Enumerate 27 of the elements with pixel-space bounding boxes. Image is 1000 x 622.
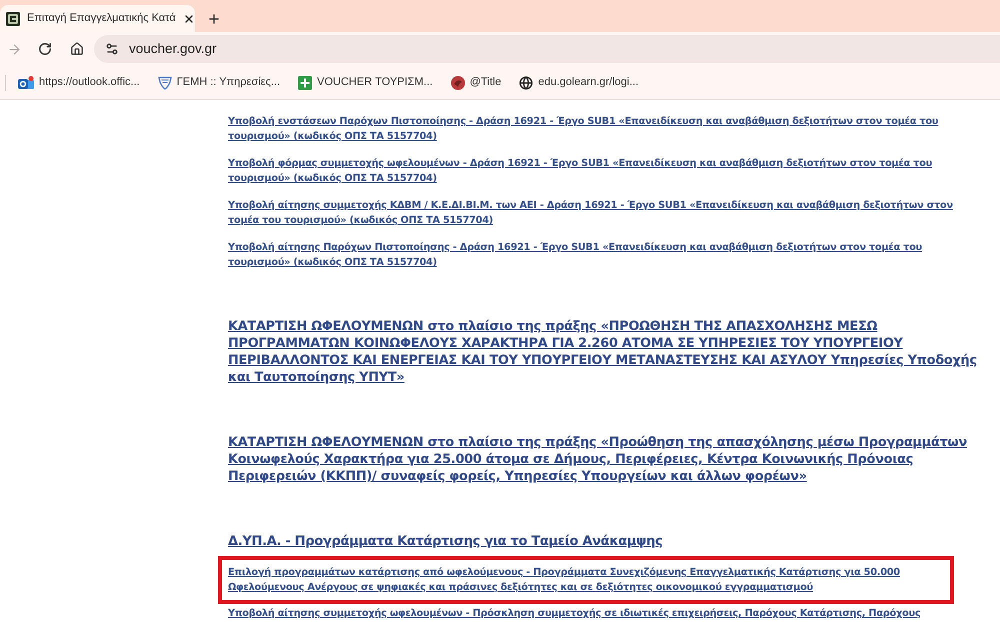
link[interactable]: Επιλογή προγραμμάτων κατάρτισης από ωφελούμενους - Προγράμματα Συνεχιζόμενης Επαγγελματικής Κατάρτισης για 50.000 Ωφελούμενους Ανέργους σε ψηφιακές και πράσινες δεξιότητες και σε δεξιότητες οικονομικού εγγραμματισμού — [228, 565, 940, 595]
shield-icon — [158, 76, 172, 90]
round-logo-icon — [450, 76, 465, 90]
reload-icon[interactable] — [38, 42, 52, 56]
browser-tab[interactable]: Επιταγή Επαγγελματικής Κατά — [0, 5, 195, 32]
plus-tile-icon — [298, 76, 312, 90]
plus-icon[interactable] — [207, 12, 221, 26]
address-bar[interactable]: voucher.gov.gr — [94, 35, 1000, 63]
bookmark-item[interactable]: VOUCHER ΤΟΥΡΙΣΜ... — [298, 74, 433, 91]
bookmark-item[interactable]: edu.golearn.gr/logi... — [519, 74, 639, 91]
site-settings-icon[interactable] — [105, 42, 119, 56]
link[interactable]: Υποβολή αίτησης συμμετοχής ωφελουμένων - Πρόσκληση συμμετοχής σε ιδιωτικές επιχειρήσεις, Παρόχους Κατάρτισης, Παρόχους — [228, 606, 954, 621]
bookmark-item[interactable]: @Title — [450, 74, 502, 91]
link[interactable]: Υποβολή ενστάσεων Παρόχων Πιστοποίησης - Δράση 16921 - Έργο SUB1 «Επανειδίκευση και αναβάθμιση δεξιοτήτων στον τομέα του τουρισμού» (κωδικός ΟΠΣ ΤΑ 5157704) — [228, 114, 954, 144]
link[interactable]: Υποβολή φόρμας συμμετοχής ωφελουμένων - Δράση 16921 - Έργο SUB1 «Επανειδίκευση και αναβάθμιση δεξιοτήτων στον τομέα του τουρισμού» (κωδικός ΟΠΣ ΤΑ 5157704) — [228, 156, 954, 186]
globe-icon — [519, 76, 534, 90]
close-icon[interactable] — [182, 12, 195, 24]
heading-link[interactable]: ΚΑΤΑΡΤΙΣΗ ΩΦΕΛΟΥΜΕΝΩΝ στο πλαίσιο της πράξης «ΠΡΟΩΘΗΣΗ ΤΗΣ ΑΠΑΣΧΟΛΗΣΗΣ ΜΕΣΩ ΠΡΟΓΡΑΜΜΑΤΩΝ ΚΟΙΝΩΦΕΛΟΥΣ ΧΑΡΑΚΤΗΡΑ ΓΙΑ 2.260 ΑΤΟΜΑ ΣΕ ΥΠΗΡΕΣΙΕΣ ΤΟΥ ΥΠΟΥΡΓΕΙΟΥ ΠΕΡΙΒΑΛΛΟΝΤΟΣ ΚΑΙ ΕΝΕΡΓΕΙΑΣ ΚΑΙ ΤΟΥ ΥΠΟΥΡΓΕΙΟΥ ΜΕΤΑΝΑΣΤΕΥΣΗΣ ΚΑΙ ΑΣΥΛΟΥ Υπηρεσίες Υποδοχής και Ταυτοποίησης ΥΠΥΤ» — [228, 318, 980, 386]
link[interactable]: Υποβολή αίτησης συμμετοχής ΚΔΒΜ / Κ.Ε.ΔΙ.ΒΙ.Μ. των ΑΕΙ - Δράση 16921 - Έργο SUB1 «Επανειδίκευση και αναβάθμιση δεξιοτήτων στον τομέα του τουρισμού» (κωδικός ΟΠΣ ΤΑ 5157704) — [228, 198, 954, 228]
square-logo-icon — [6, 12, 20, 26]
section-heading-link[interactable]: Δ.ΥΠ.Α. - Προγράμματα Κατάρτισης για το Ταμείο Ανάκαμψης — [228, 533, 663, 551]
bookmark-item[interactable]: https://outlook.offic... — [18, 74, 140, 91]
heading-link[interactable]: ΚΑΤΑΡΤΙΣΗ ΩΦΕΛΟΥΜΕΝΩΝ στο πλαίσιο της πράξης «Προώθηση της απασχόλησης μέσω Προγραμμάτων Κοινωφελούς Χαρακτήρα για 25.000 άτομα σε Δήμους, Περιφέρειες, Κέντρα Κοινωνικής Πρόνοιας Περιφερειών (ΚΚΠΠ)/ συναφείς φορείς, Υπηρεσίες Υπουργείων και άλλων φορέων» — [228, 434, 980, 485]
home-icon[interactable] — [70, 42, 84, 56]
link[interactable]: Υποβολή αίτησης Παρόχων Πιστοποίησης - Δράση 16921 - Έργο SUB1 «Επανειδίκευση και αναβάθμιση δεξιοτήτων στον τομέα του τουρισμού» (κωδικός ΟΠΣ ΤΑ 5157704) — [228, 240, 954, 270]
bookmark-item[interactable]: ΓΕΜΗ :: Υπηρεσίες... — [158, 74, 280, 91]
mail-tile-icon — [18, 76, 34, 90]
